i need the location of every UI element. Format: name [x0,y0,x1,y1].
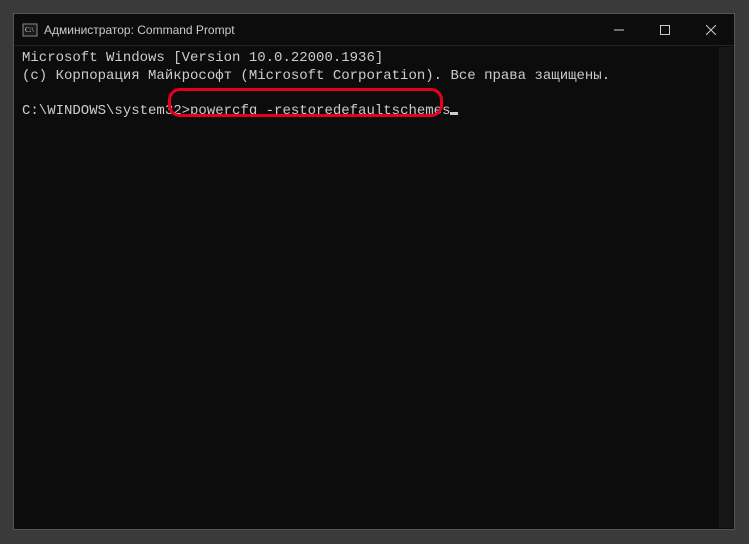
titlebar-left: C:\ Администратор: Command Prompt [14,22,596,38]
terminal-output[interactable]: Microsoft Windows [Version 10.0.22000.19… [14,46,734,529]
scrollbar[interactable] [719,47,733,528]
svg-text:C:\: C:\ [25,26,34,34]
window-title: Администратор: Command Prompt [44,23,235,37]
text-cursor [450,112,458,115]
version-line: Microsoft Windows [Version 10.0.22000.19… [22,50,383,66]
minimize-button[interactable] [596,14,642,46]
typed-command: powercfg -restoredefaultschemes [190,103,450,119]
close-button[interactable] [688,14,734,46]
command-prompt-window: C:\ Администратор: Command Prompt Micros… [13,13,735,530]
maximize-button[interactable] [642,14,688,46]
prompt-prefix: C:\WINDOWS\system32> [22,103,190,119]
titlebar: C:\ Администратор: Command Prompt [14,14,734,46]
cmd-icon: C:\ [22,22,38,38]
prompt-line: C:\WINDOWS\system32>powercfg -restoredef… [22,103,458,119]
copyright-line: (c) Корпорация Майкрософт (Microsoft Cor… [22,68,610,84]
window-controls [596,14,734,45]
